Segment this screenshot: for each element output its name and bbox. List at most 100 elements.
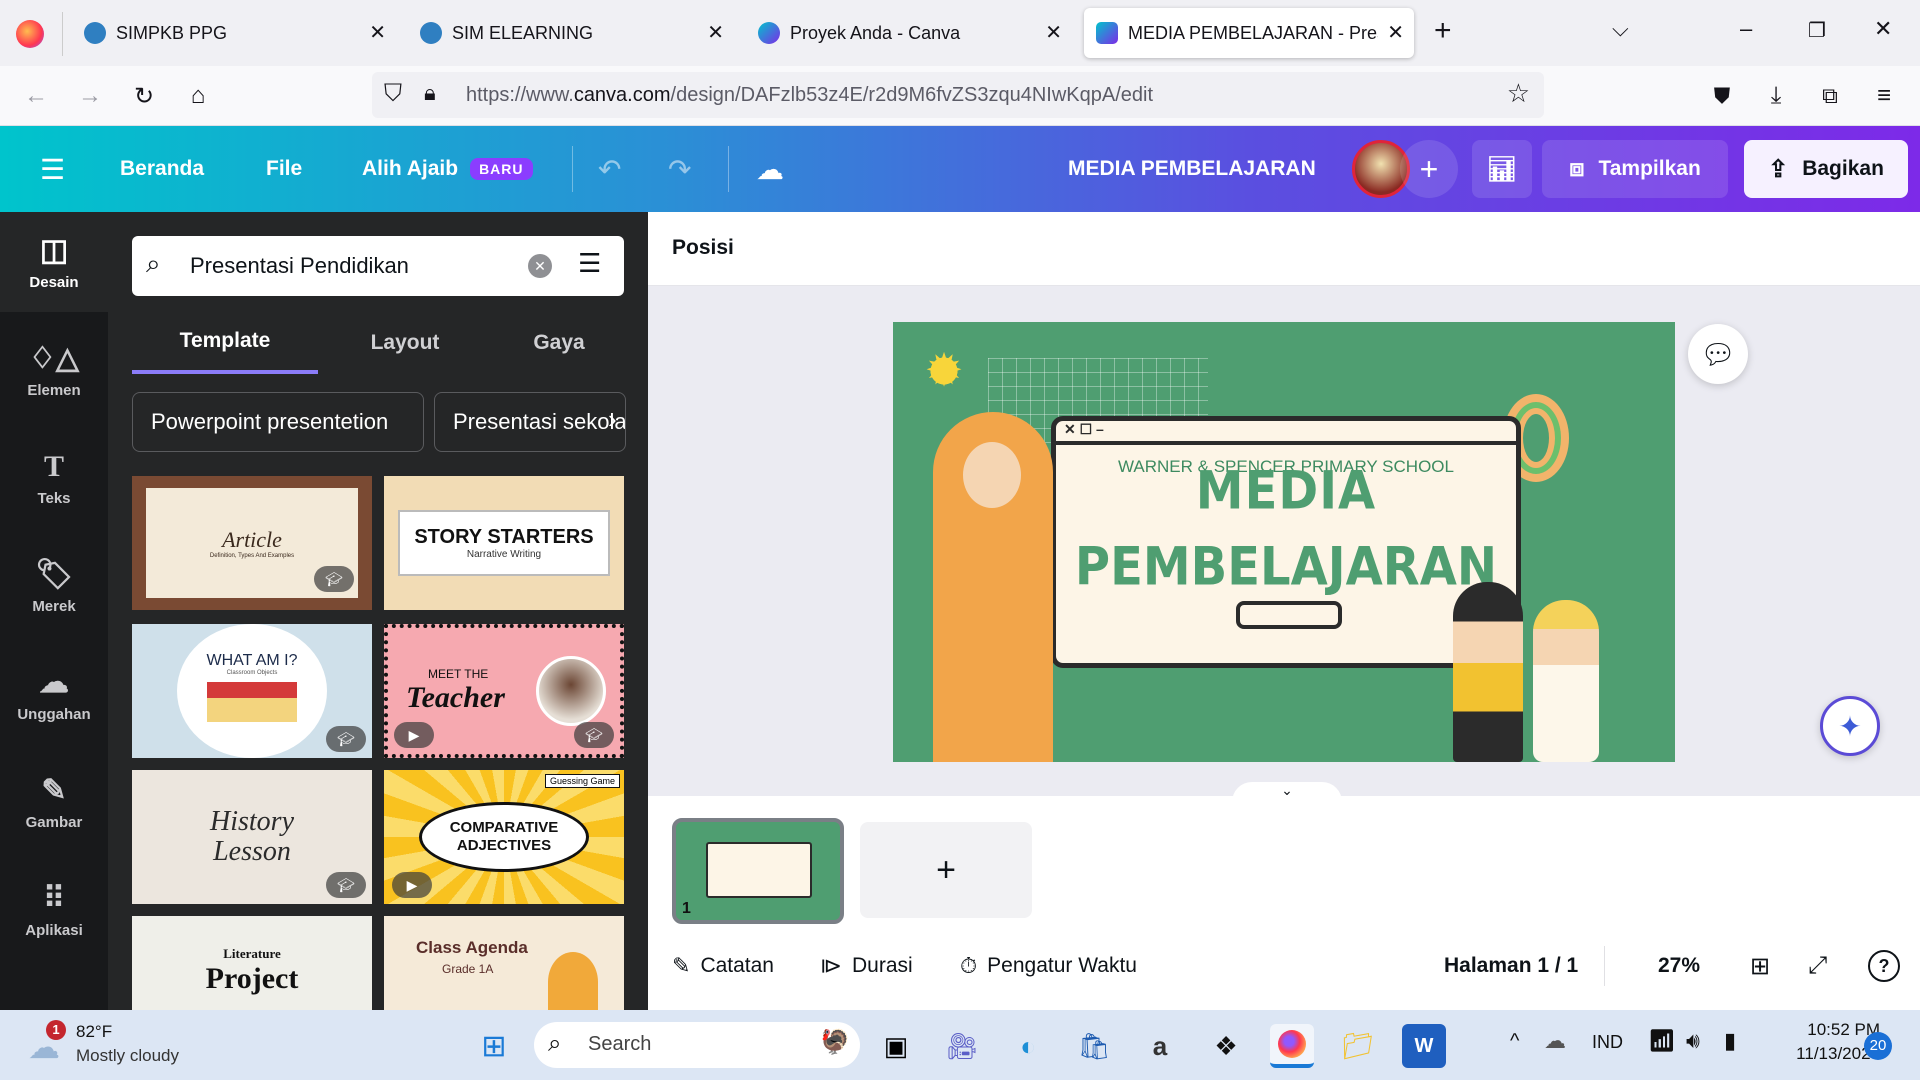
tab-simpkb[interactable]: SIMPKB PPG ✕: [74, 8, 396, 58]
notification-count-badge[interactable]: 20: [1864, 1032, 1892, 1060]
reload-icon[interactable]: ↻: [128, 80, 160, 112]
rail-item-text[interactable]: T Teks: [0, 428, 108, 528]
teams-chat-icon[interactable]: 🎥︎: [940, 1024, 984, 1068]
template-thumbnail[interactable]: Guessing Game COMPARATIVE ADJECTIVES ▶: [384, 770, 624, 904]
duration-button[interactable]: ⧐ Durasi: [820, 948, 913, 984]
address-bar[interactable]: ⛉ 🔒︎ https://www.canva.com/design/DAFzlb…: [372, 72, 1544, 118]
tracking-shield-icon[interactable]: ⛉: [384, 80, 402, 108]
close-tab-icon[interactable]: ✕: [1387, 20, 1404, 45]
dropbox-icon[interactable]: ❖: [1204, 1024, 1248, 1068]
back-arrow-icon[interactable]: ←: [20, 80, 52, 112]
notes-label: Catatan: [700, 954, 774, 977]
rail-item-design[interactable]: ◫ Desain: [0, 212, 108, 312]
rail-item-apps[interactable]: ⠿ Aplikasi: [0, 860, 108, 960]
suggestion-chip[interactable]: Presentasi sekolah: [434, 392, 626, 452]
template-thumbnail[interactable]: Literature Project: [132, 916, 372, 1010]
filter-sliders-icon[interactable]: ☰: [578, 248, 601, 279]
tab-media-pembelajaran[interactable]: MEDIA PEMBELAJARAN - Prese ✕: [1084, 8, 1414, 58]
amazon-app-icon[interactable]: a: [1138, 1024, 1182, 1068]
close-tab-icon[interactable]: ✕: [707, 20, 724, 45]
taskbar-search[interactable]: ⌕ Search 🦃: [534, 1022, 860, 1068]
close-tab-icon[interactable]: ✕: [369, 20, 386, 45]
file-explorer-icon[interactable]: 📁︎: [1336, 1024, 1380, 1068]
design-title[interactable]: MEDIA PEMBELAJARAN: [1068, 126, 1316, 212]
close-window-button[interactable]: ✕: [1874, 16, 1892, 42]
minimize-button[interactable]: –: [1740, 16, 1752, 42]
new-tab-button[interactable]: +: [1434, 14, 1452, 48]
magic-assistant-button[interactable]: ✦: [1820, 696, 1880, 756]
add-collaborator-button[interactable]: +: [1400, 140, 1458, 198]
notes-button[interactable]: ✎ Catatan: [672, 948, 774, 984]
rail-item-draw[interactable]: ✎ Gambar: [0, 752, 108, 852]
add-comment-button[interactable]: 💬︎: [1688, 324, 1748, 384]
task-view-icon[interactable]: ▣: [874, 1024, 918, 1068]
extensions-icon[interactable]: ⧉: [1814, 80, 1846, 112]
tab-style[interactable]: Gaya: [492, 312, 626, 374]
cloud-saved-icon[interactable]: ☁︎: [756, 126, 784, 212]
onedrive-icon[interactable]: ☁︎: [1544, 1028, 1566, 1054]
tab-sim-elearning[interactable]: SIM ELEARNING ✕: [412, 8, 734, 58]
hamburger-menu-icon[interactable]: ☰: [40, 126, 65, 212]
undo-icon[interactable]: ↶: [598, 126, 621, 212]
chips-next-chevron-icon[interactable]: ›: [608, 404, 617, 435]
template-search-box[interactable]: ⌕ ✕ ☰: [132, 236, 624, 296]
template-thumbnail[interactable]: Article Definition, Types And Examples 🎓…: [132, 476, 372, 610]
edge-browser-icon[interactable]: ◐: [1006, 1024, 1050, 1068]
timer-button[interactable]: ⏱︎ Pengatur Waktu: [960, 948, 1137, 984]
template-thumbnail[interactable]: WHAT AM I? Classroom Objects 🎓︎: [132, 624, 372, 758]
thumb-window: [706, 842, 812, 898]
forward-arrow-icon[interactable]: →: [74, 80, 106, 112]
tab-canva-projects[interactable]: Proyek Anda - Canva ✕: [750, 8, 1072, 58]
template-search-input[interactable]: [190, 246, 520, 286]
weather-widget[interactable]: ☁︎ 1 82°F Mostly cloudy: [24, 1018, 204, 1072]
rail-item-elements[interactable]: ♢△ Elemen: [0, 320, 108, 420]
word-icon[interactable]: W: [1402, 1024, 1446, 1068]
share-button[interactable]: ⇪ Bagikan: [1744, 140, 1908, 198]
template-thumbnail[interactable]: STORY STARTERS Narrative Writing: [384, 476, 624, 610]
app-menu-icon[interactable]: ≡: [1868, 80, 1900, 112]
start-windows-icon[interactable]: ⊞: [472, 1024, 516, 1068]
pocket-icon[interactable]: ⛊: [1706, 80, 1738, 112]
firefox-menu-icon[interactable]: [16, 20, 44, 48]
rail-item-uploads[interactable]: ☁︎ Unggahan: [0, 644, 108, 744]
grid-view-icon[interactable]: ⊞: [1750, 948, 1770, 984]
url-text[interactable]: https://www.canva.com/design/DAFzlb53z4E…: [466, 84, 1153, 107]
present-button[interactable]: ⧈ Tampilkan: [1542, 140, 1728, 198]
home-icon[interactable]: ⌂: [182, 80, 214, 112]
microsoft-store-icon[interactable]: 🛍︎: [1072, 1024, 1116, 1068]
file-menu[interactable]: File: [266, 126, 302, 212]
list-tabs-chevron-icon[interactable]: ⌵: [1612, 16, 1629, 42]
page-thumbnail[interactable]: 1: [672, 818, 844, 924]
tab-layout[interactable]: Layout: [320, 312, 490, 374]
language-indicator[interactable]: IND: [1592, 1032, 1623, 1053]
rail-label: Desain: [29, 273, 79, 291]
tab-template[interactable]: Template: [132, 312, 318, 374]
firefox-taskbar-icon[interactable]: [1270, 1024, 1314, 1068]
redo-icon[interactable]: ↷: [668, 126, 691, 212]
template-thumbnail[interactable]: Class Agenda Grade 1A: [384, 916, 624, 1010]
battery-icon[interactable]: ▮: [1724, 1028, 1736, 1054]
bookmark-star-icon[interactable]: ☆: [1507, 78, 1530, 109]
template-thumbnail[interactable]: MEET THE Teacher ▶ 🎓︎: [384, 624, 624, 758]
template-thumbnail[interactable]: History Lesson 🎓︎: [132, 770, 372, 904]
home-menu[interactable]: Beranda: [120, 126, 204, 212]
lock-icon[interactable]: 🔒︎: [424, 80, 436, 106]
clear-search-icon[interactable]: ✕: [528, 254, 552, 278]
add-page-button[interactable]: +: [860, 822, 1032, 918]
insights-button[interactable]: 📊︎: [1472, 140, 1532, 198]
slide-canvas[interactable]: ✹ ✕ ☐ – WARNER & SPENCER PRIMARY SCHOOL …: [893, 322, 1675, 762]
help-icon[interactable]: ?: [1868, 950, 1900, 982]
close-tab-icon[interactable]: ✕: [1045, 20, 1062, 45]
volume-icon[interactable]: 🔊︎: [1686, 1028, 1700, 1054]
page-indicator[interactable]: Halaman 1 / 1: [1444, 948, 1578, 984]
suggestion-chip[interactable]: Powerpoint presentetion: [132, 392, 424, 452]
show-hidden-icons-chevron[interactable]: ^: [1510, 1030, 1519, 1053]
wifi-icon[interactable]: 📶︎: [1648, 1028, 1676, 1054]
downloads-icon[interactable]: ⤓: [1760, 80, 1792, 112]
zoom-level[interactable]: 27%: [1658, 948, 1700, 984]
rail-item-brand[interactable]: 🏷︎ Merek: [0, 536, 108, 636]
fullscreen-icon[interactable]: ⤢: [1808, 948, 1827, 984]
restore-button[interactable]: ❐: [1808, 18, 1826, 43]
position-button[interactable]: Posisi: [672, 236, 734, 260]
magic-switch-menu[interactable]: Alih Ajaib BARU: [362, 126, 533, 212]
